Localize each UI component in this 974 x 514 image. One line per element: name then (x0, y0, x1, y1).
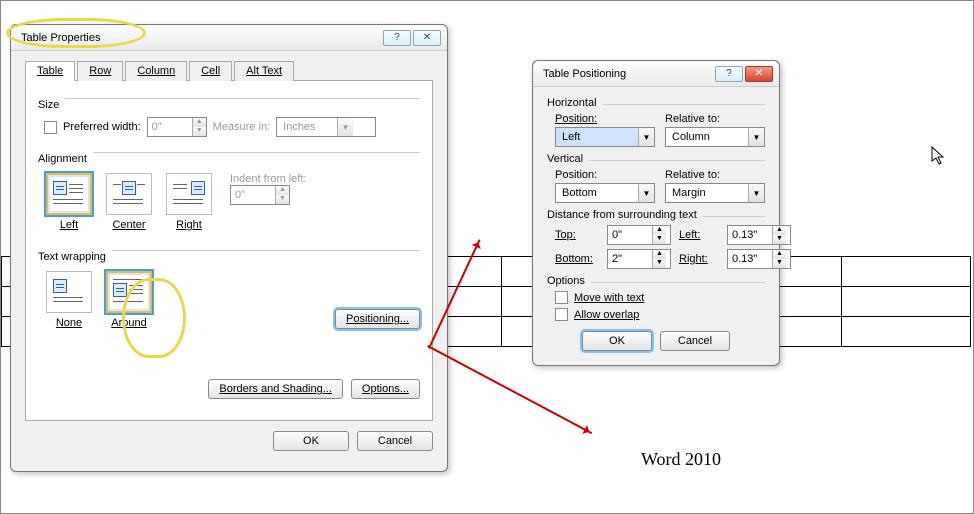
table-positioning-dialog: Table Positioning ? ✕ Horizontal Positio… (532, 60, 780, 366)
dist-bottom-label: Bottom: (555, 253, 599, 265)
options-label: Options (547, 275, 585, 287)
v-relative-label: Relative to: (665, 169, 765, 181)
close-button[interactable]: ✕ (745, 66, 773, 82)
cancel-button[interactable]: Cancel (357, 431, 433, 451)
close-button[interactable]: ✕ (413, 30, 441, 46)
dialog-title: Table Positioning (543, 68, 715, 80)
borders-shading-button[interactable]: Borders and Shading... (208, 379, 343, 399)
distance-label: Distance from surrounding text (547, 209, 697, 221)
v-relative-select[interactable]: Margin▼ (665, 183, 765, 203)
preferred-width-spinner[interactable]: ▲▼ (147, 117, 207, 137)
align-center-option[interactable] (106, 173, 152, 215)
vertical-label: Vertical (547, 153, 583, 165)
dist-left-spinner[interactable]: ▲▼ (727, 225, 791, 245)
alignment-label: Alignment (38, 153, 87, 165)
h-relative-label: Relative to: (665, 113, 765, 125)
cancel-button[interactable]: Cancel (660, 331, 730, 351)
h-position-label: Position: (555, 113, 655, 125)
move-with-text-label: Move with text (574, 292, 644, 304)
ok-button[interactable]: OK (273, 431, 349, 451)
align-center-label: Center (112, 219, 145, 231)
dist-left-label: Left: (679, 229, 719, 241)
size-label: Size (38, 99, 59, 111)
table-properties-dialog: Table Properties ? ✕ Table Row Column Ce… (10, 24, 448, 472)
text-wrapping-label: Text wrapping (38, 251, 106, 263)
measure-in-select[interactable]: Inches▼ (276, 117, 376, 137)
tabstrip: Table Row Column Cell Alt Text (25, 61, 433, 81)
align-left-option[interactable] (46, 173, 92, 215)
v-position-select[interactable]: Bottom▼ (555, 183, 655, 203)
tab-column[interactable]: Column (125, 61, 187, 81)
wrap-none-option[interactable] (46, 271, 92, 313)
caption: Word 2010 (641, 449, 721, 470)
options-button[interactable]: Options... (351, 379, 420, 399)
wrap-around-option[interactable] (106, 271, 152, 313)
move-with-text-checkbox[interactable] (555, 291, 568, 304)
dist-top-label: Top: (555, 229, 599, 241)
preferred-width-label: Preferred width: (63, 121, 141, 133)
allow-overlap-label: Allow overlap (574, 309, 639, 321)
align-right-option[interactable] (166, 173, 212, 215)
v-position-label: Position: (555, 169, 655, 181)
dist-bottom-spinner[interactable]: ▲▼ (607, 249, 671, 269)
wrap-none-label: None (56, 317, 82, 329)
allow-overlap-checkbox[interactable] (555, 308, 568, 321)
dialog-title: Table Properties (21, 32, 383, 44)
dist-right-label: Right: (679, 253, 719, 265)
help-button[interactable]: ? (715, 66, 743, 82)
preferred-width-checkbox[interactable] (44, 121, 57, 134)
wrap-around-label: Around (111, 317, 146, 329)
tab-cell[interactable]: Cell (189, 61, 232, 81)
dist-right-spinner[interactable]: ▲▼ (727, 249, 791, 269)
h-relative-select[interactable]: Column▼ (665, 127, 765, 147)
cursor-icon (931, 146, 947, 171)
h-position-select[interactable]: Left▼ (555, 127, 655, 147)
ok-button[interactable]: OK (582, 331, 652, 351)
titlebar[interactable]: Table Positioning ? ✕ (533, 61, 779, 87)
tab-table[interactable]: Table (25, 61, 75, 81)
measure-in-label: Measure in: (213, 121, 270, 133)
help-button[interactable]: ? (383, 30, 411, 46)
indent-spinner[interactable]: ▲▼ (230, 185, 290, 205)
tab-row[interactable]: Row (77, 61, 123, 81)
dist-top-spinner[interactable]: ▲▼ (607, 225, 671, 245)
positioning-button[interactable]: Positioning... (335, 309, 420, 329)
horizontal-label: Horizontal (547, 97, 597, 109)
align-right-label: Right (176, 219, 202, 231)
align-left-label: Left (60, 219, 78, 231)
indent-label: Indent from left: (230, 173, 306, 185)
titlebar[interactable]: Table Properties ? ✕ (11, 25, 447, 51)
tab-alttext[interactable]: Alt Text (234, 61, 294, 81)
